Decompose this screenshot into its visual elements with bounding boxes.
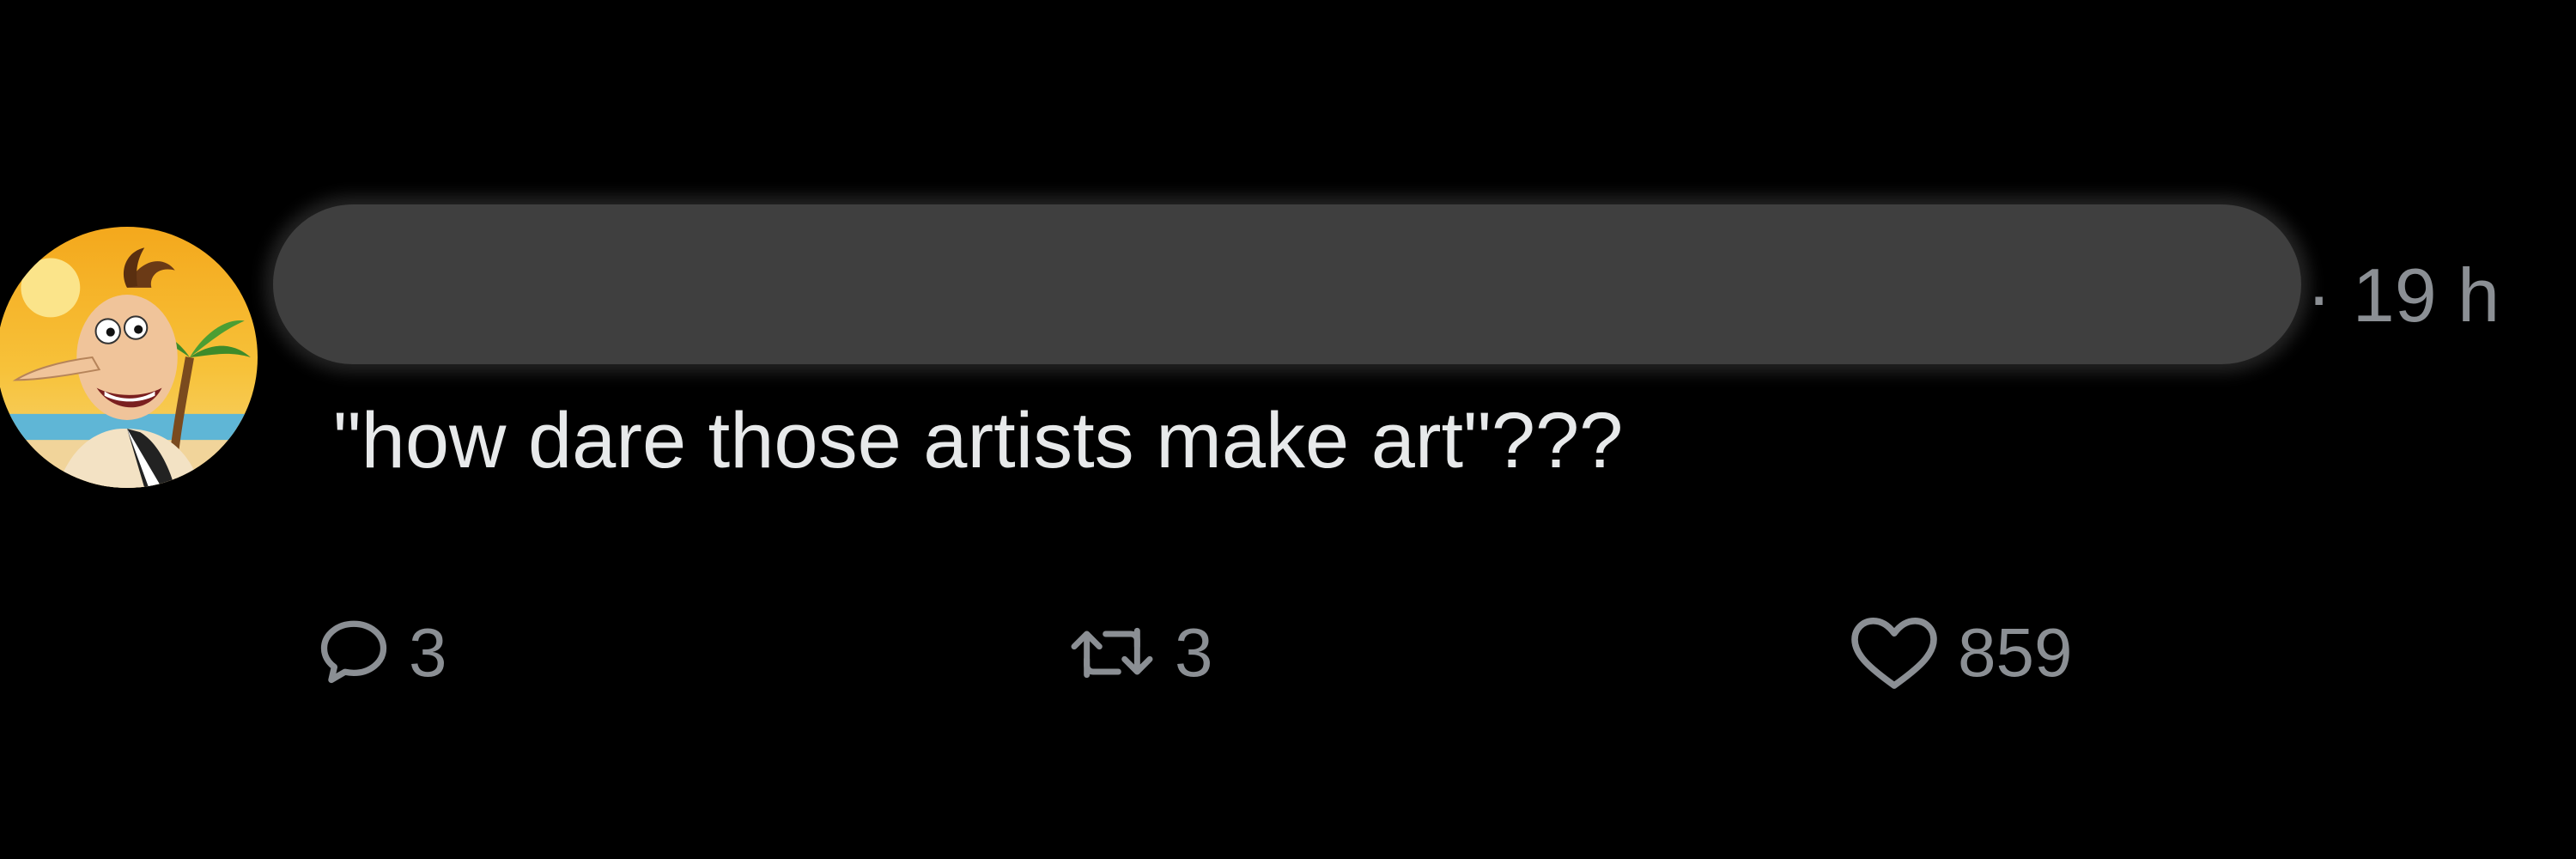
reply-icon [314, 613, 393, 692]
heart-icon [1846, 612, 1942, 694]
like-count: 859 [1958, 614, 2073, 691]
retweet-count: 3 [1175, 614, 1213, 691]
tweet-timestamp[interactable]: · 19 h [2306, 253, 2500, 338]
like-button[interactable]: 859 [1846, 601, 2072, 704]
reply-count: 3 [409, 614, 447, 691]
redacted-author-name [273, 204, 2301, 364]
author-avatar[interactable] [0, 227, 258, 488]
tweet-text: "how dare those artists make art"??? [333, 397, 1624, 484]
retweet-button[interactable]: 3 [1065, 601, 1213, 704]
cartoon-avatar-icon [0, 227, 258, 488]
reply-button[interactable]: 3 [314, 601, 447, 704]
retweet-icon [1065, 613, 1159, 692]
